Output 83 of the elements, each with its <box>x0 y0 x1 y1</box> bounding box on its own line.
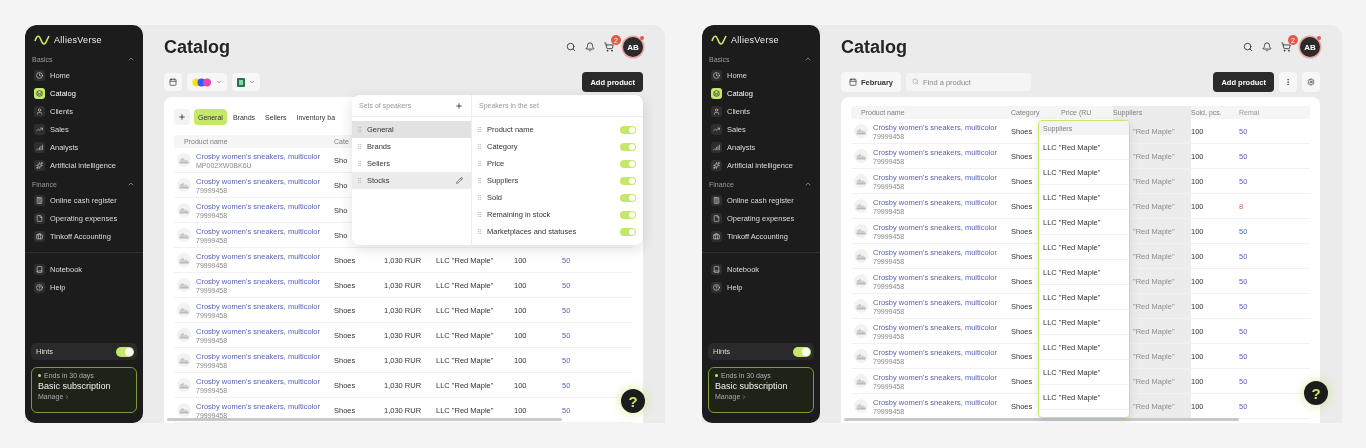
cart-icon[interactable] <box>1281 42 1291 52</box>
column-switch[interactable] <box>620 227 636 236</box>
sparkles-icon <box>713 161 720 169</box>
column-switch[interactable] <box>620 193 636 202</box>
column-switch[interactable] <box>620 176 636 185</box>
chevron-down-icon <box>216 79 222 85</box>
help-icon <box>36 283 43 291</box>
avatar[interactable]: AB <box>623 37 643 57</box>
user-icon <box>713 107 720 115</box>
search-icon[interactable] <box>1243 42 1253 52</box>
calendar-button[interactable] <box>164 73 182 91</box>
marketplace-logos-icon <box>192 77 212 87</box>
wave-logo-icon <box>34 34 50 46</box>
search-icon <box>912 78 919 85</box>
briefcase-icon <box>713 232 720 240</box>
spreadsheet-icon <box>237 77 245 87</box>
drag-handle-icon[interactable] <box>476 228 483 235</box>
column-switch[interactable] <box>620 142 636 151</box>
drag-handle-icon[interactable] <box>476 126 483 133</box>
clock-icon <box>713 71 720 79</box>
brand-name: AlliesVerse <box>54 35 102 45</box>
column-switch[interactable] <box>620 159 636 168</box>
calculator-icon <box>713 196 720 204</box>
plus-icon[interactable] <box>455 101 463 110</box>
subscription-title: Basic subscription <box>715 381 789 391</box>
add-tab-button[interactable] <box>174 109 190 125</box>
scrollbar[interactable] <box>167 418 562 421</box>
chevron-down-icon <box>249 79 255 85</box>
brand-name: AlliesVerse <box>731 35 779 45</box>
drag-handle-icon[interactable] <box>476 211 483 218</box>
hints-switch[interactable] <box>793 346 811 357</box>
column-switch[interactable] <box>620 210 636 219</box>
scrollbar[interactable] <box>844 418 1239 421</box>
pencil-icon[interactable] <box>456 177 463 184</box>
cart-icon[interactable] <box>604 42 614 52</box>
chevron-up-icon[interactable] <box>804 180 812 188</box>
hints-switch[interactable] <box>116 346 134 357</box>
layers-icon <box>713 89 720 97</box>
page-title: Catalog <box>841 36 907 58</box>
chevron-right-icon <box>64 393 71 400</box>
more-button[interactable] <box>1279 72 1297 92</box>
page-title: Catalog <box>164 36 230 58</box>
subscription-title: Basic subscription <box>38 381 112 391</box>
book-icon <box>36 265 43 273</box>
settings-button[interactable] <box>1302 72 1320 92</box>
chevron-up-icon[interactable] <box>127 55 135 63</box>
help-icon <box>713 283 720 291</box>
calendar-icon <box>848 78 857 86</box>
calculator-icon <box>36 196 43 204</box>
settings-icon <box>1307 78 1315 86</box>
chevron-right-icon <box>741 393 748 400</box>
file-icon <box>713 214 720 222</box>
bars-icon <box>713 143 720 151</box>
export-dropdown[interactable] <box>232 73 260 91</box>
chart-icon <box>36 125 43 133</box>
bell-icon[interactable] <box>585 42 595 52</box>
search-icon[interactable] <box>566 42 576 52</box>
drag-handle-icon[interactable] <box>476 194 483 201</box>
plus-icon <box>178 113 186 121</box>
book-icon <box>713 265 720 273</box>
chevron-up-icon[interactable] <box>804 55 812 63</box>
sparkles-icon <box>36 161 43 169</box>
briefcase-icon <box>36 232 43 240</box>
drag-handle-icon[interactable] <box>356 160 363 167</box>
more-icon <box>1284 78 1292 86</box>
chart-icon <box>713 125 720 133</box>
marketplace-dropdown[interactable] <box>187 73 227 91</box>
clock-icon <box>36 71 43 79</box>
drag-handle-icon[interactable] <box>476 143 483 150</box>
avatar[interactable]: AB <box>1300 37 1320 57</box>
wave-logo-icon <box>711 34 727 46</box>
layers-icon <box>36 89 43 97</box>
chevron-up-icon[interactable] <box>127 180 135 188</box>
drag-handle-icon[interactable] <box>356 143 363 150</box>
drag-handle-icon[interactable] <box>476 177 483 184</box>
help-button[interactable]: ? <box>1304 381 1328 405</box>
bell-icon[interactable] <box>1262 42 1272 52</box>
calendar-icon <box>169 78 177 86</box>
bars-icon <box>36 143 43 151</box>
user-icon <box>36 107 43 115</box>
drag-handle-icon[interactable] <box>476 160 483 167</box>
column-switch[interactable] <box>620 125 636 134</box>
file-icon <box>36 214 43 222</box>
